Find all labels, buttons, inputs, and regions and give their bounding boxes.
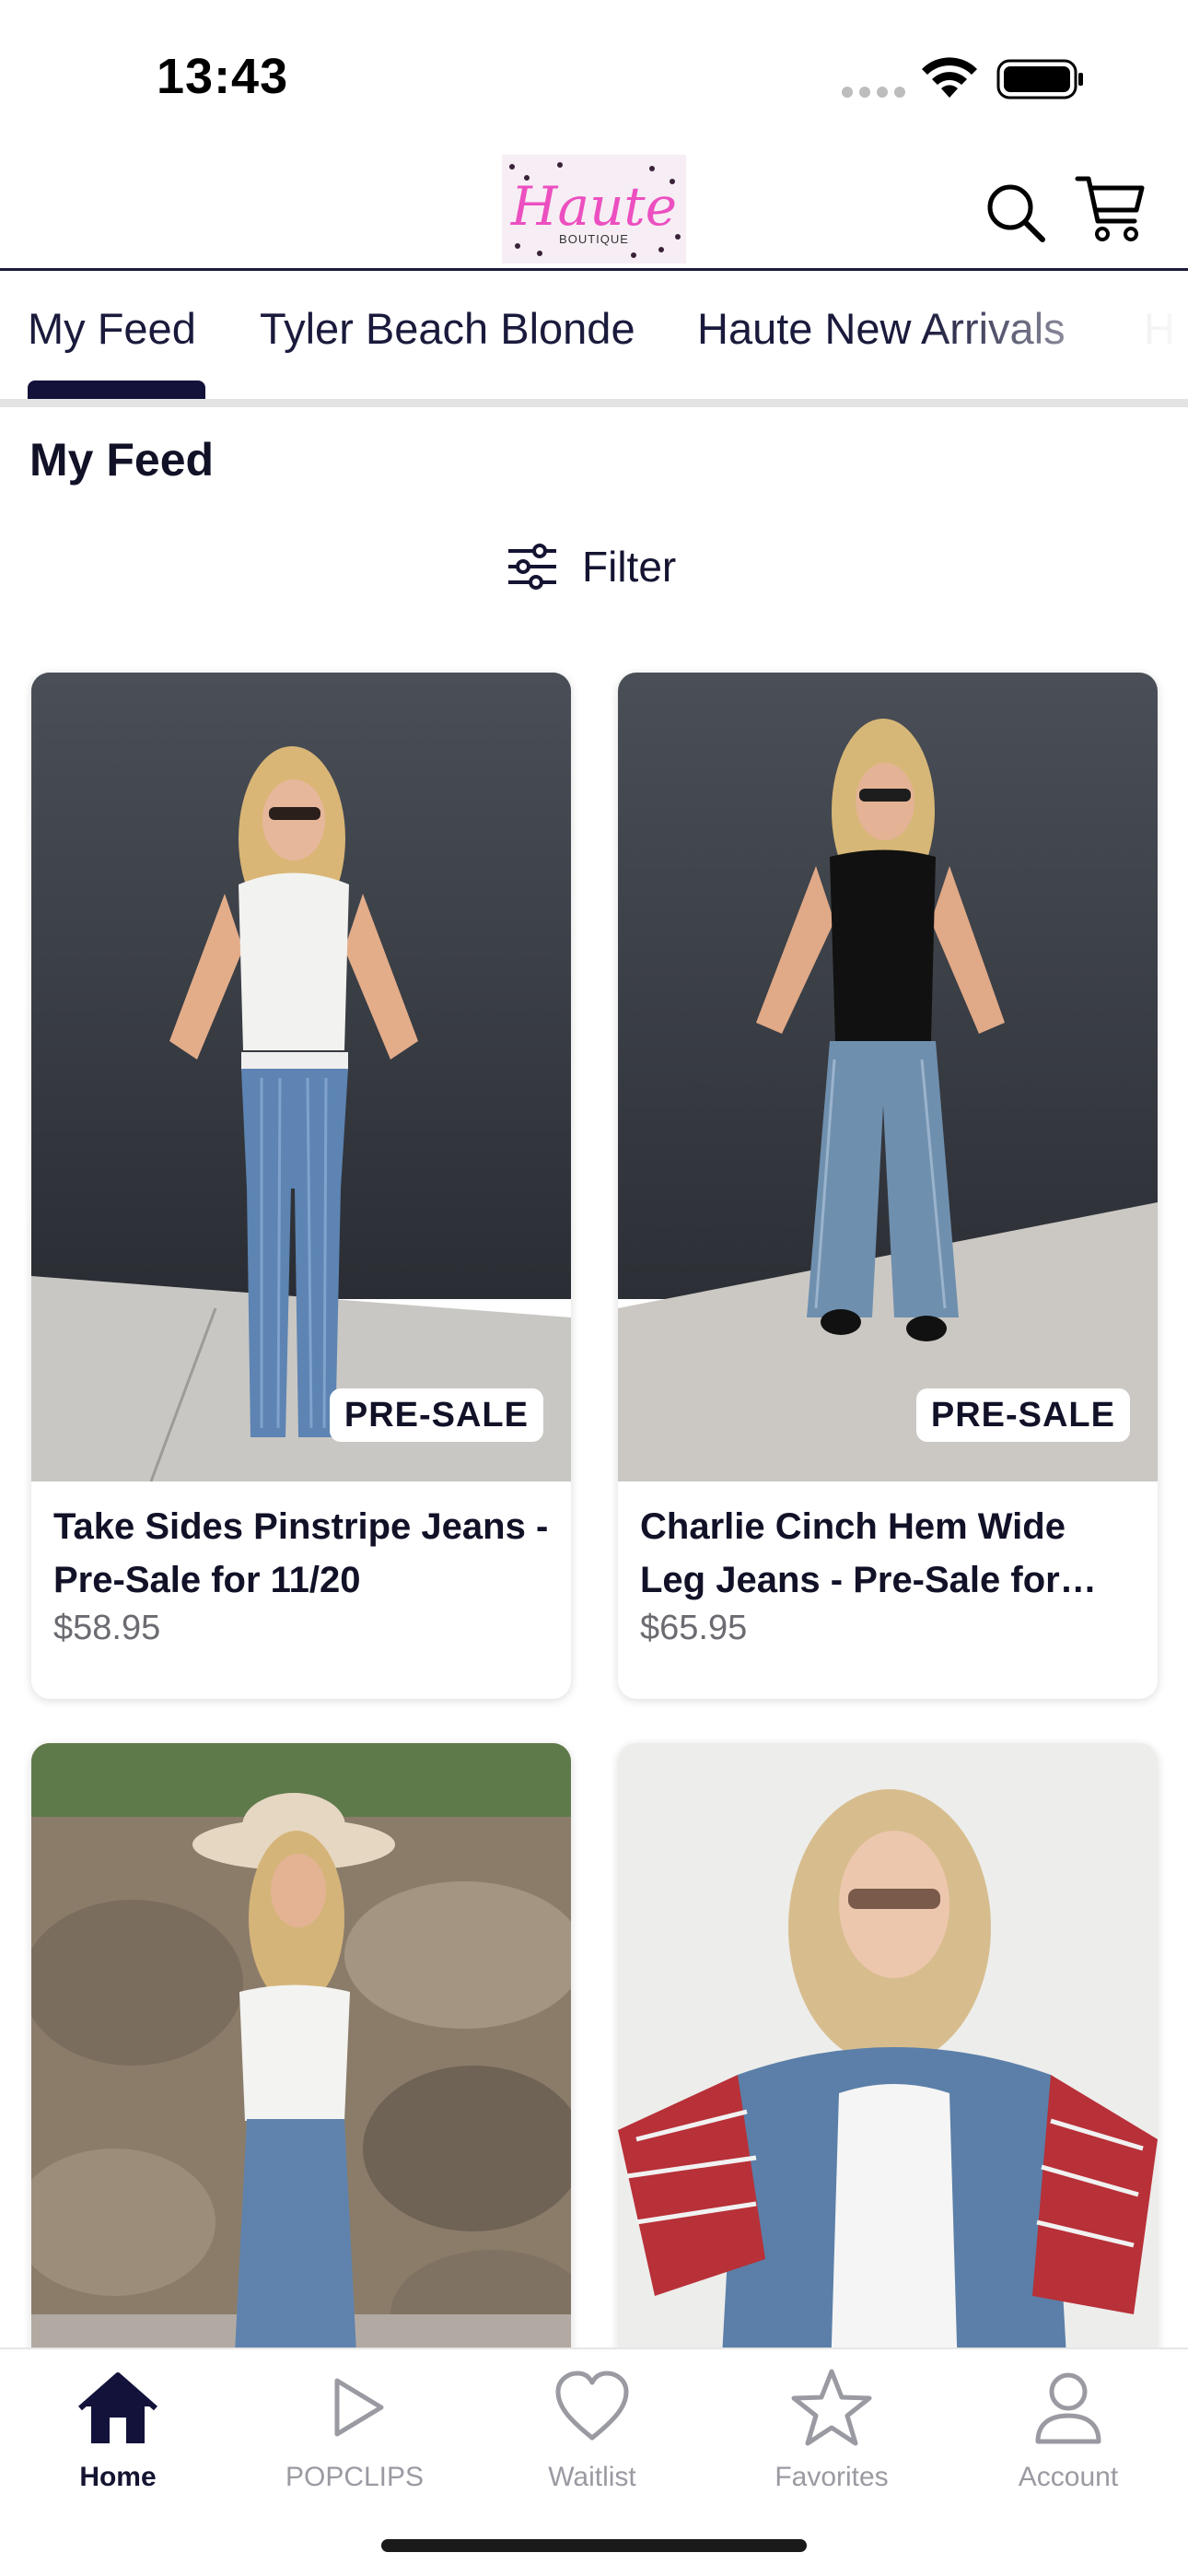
- filter-button[interactable]: Filter: [505, 534, 676, 599]
- product-image[interactable]: PRE-SALE: [618, 673, 1158, 1481]
- tabbar-account[interactable]: Account: [967, 2366, 1170, 2493]
- tabbar-label: Waitlist: [548, 2462, 636, 2492]
- category-tabs: My Feed Tyler Beach Blonde Haute New Arr…: [0, 274, 1188, 407]
- tabbar-waitlist[interactable]: Waitlist: [491, 2366, 693, 2493]
- star-icon: [791, 2369, 872, 2446]
- product-image[interactable]: [31, 1743, 571, 2406]
- tabbar-label: Favorites: [775, 2462, 889, 2492]
- person-icon: [1035, 2372, 1101, 2444]
- cellular-signal-icon: [842, 87, 906, 98]
- product-card[interactable]: [31, 1743, 571, 2406]
- tabbar-label: Home: [79, 2462, 157, 2492]
- home-icon: [78, 2372, 157, 2443]
- sliders-icon: [508, 544, 556, 590]
- app-header: Haute BOUTIQUE: [0, 138, 1188, 271]
- search-icon[interactable]: [984, 181, 1048, 245]
- cart-icon[interactable]: [1074, 171, 1147, 245]
- tabbar-favorites[interactable]: Favorites: [730, 2366, 933, 2493]
- presale-badge: PRE-SALE: [329, 1388, 543, 1442]
- logo-text: Haute: [510, 175, 678, 238]
- tab-my-feed[interactable]: My Feed: [28, 303, 196, 354]
- product-price: $65.95: [640, 1609, 748, 1647]
- home-indicator: [381, 2539, 807, 2552]
- status-bar: 13:43: [0, 0, 1188, 138]
- active-tab-indicator: [28, 381, 205, 399]
- product-image[interactable]: [618, 1743, 1158, 2406]
- play-icon: [334, 2378, 384, 2437]
- logo-subtext: BOUTIQUE: [559, 232, 629, 246]
- product-title[interactable]: Take Sides Pinstripe Jeans - Pre-Sale fo…: [53, 1500, 551, 1607]
- wifi-icon: [922, 57, 977, 98]
- product-card[interactable]: PRE-SALE Charlie Cinch Hem Wide Leg Jean…: [618, 673, 1158, 1699]
- brand-logo[interactable]: Haute BOUTIQUE: [502, 155, 686, 263]
- product-card[interactable]: PRE-SALE Take Sides Pinstripe Jeans - Pr…: [31, 673, 571, 1699]
- heart-icon: [555, 2371, 629, 2441]
- battery-icon: [996, 59, 1083, 100]
- tab-tyler-beach-blonde[interactable]: Tyler Beach Blonde: [260, 303, 635, 354]
- tabbar-label: POPCLIPS: [285, 2462, 425, 2492]
- product-card[interactable]: [618, 1743, 1158, 2406]
- product-image[interactable]: PRE-SALE: [31, 673, 571, 1481]
- presale-badge: PRE-SALE: [915, 1388, 1130, 1442]
- page-title: My Feed: [29, 434, 215, 486]
- tab-next[interactable]: H: [1144, 303, 1175, 354]
- tabbar-label: Account: [1018, 2462, 1119, 2492]
- product-title[interactable]: Charlie Cinch Hem Wide Leg Jeans - Pre-S…: [640, 1500, 1137, 1607]
- tabbar-popclips[interactable]: POPCLIPS: [253, 2366, 456, 2493]
- filter-label: Filter: [582, 543, 677, 591]
- product-price: $58.95: [53, 1609, 161, 1647]
- status-time: 13:43: [157, 49, 289, 104]
- tabbar-home[interactable]: Home: [17, 2366, 219, 2493]
- tab-haute-new-arrivals[interactable]: Haute New Arrivals: [697, 303, 1066, 354]
